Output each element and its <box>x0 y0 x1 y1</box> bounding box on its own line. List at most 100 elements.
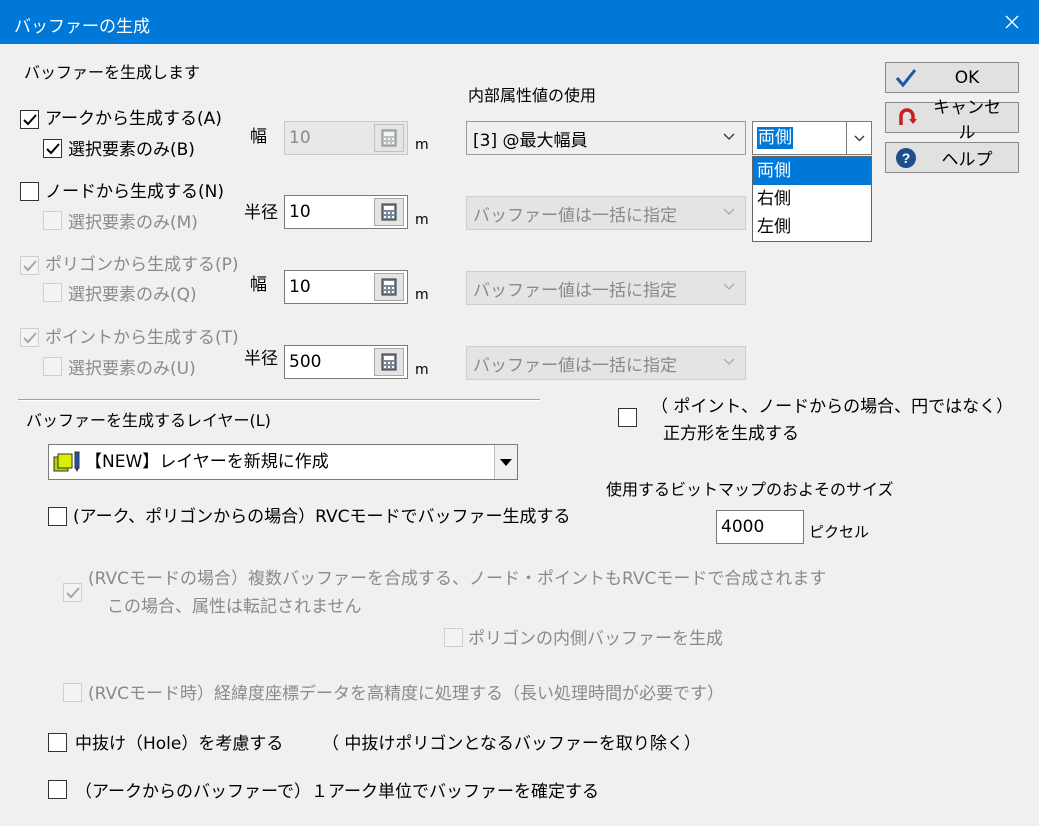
rvc-precision-label: (RVCモード時）経緯度座標データを高精度に処理する（長い処理時間が必要です） <box>88 684 725 704</box>
side-dropdown-value: 両側 <box>757 127 793 149</box>
calculator-icon[interactable] <box>374 124 404 152</box>
window-title: バッファーの生成 <box>14 17 150 37</box>
layer-combo-value: 【NEW】レイヤーを新規に作成 <box>85 452 329 472</box>
polygon-width-field[interactable]: 10 <box>284 270 408 304</box>
point-label: ポイントから生成する(T) <box>45 328 239 348</box>
polygon-width-value: 10 <box>289 277 311 297</box>
svg-text:?: ? <box>902 150 911 166</box>
point-attr-combo-value: バッファー値は一括に指定 <box>473 355 677 376</box>
rvc-mode-checkbox[interactable] <box>48 507 67 526</box>
dropdown-option[interactable]: 両側 <box>753 157 871 185</box>
calculator-icon[interactable] <box>374 348 404 376</box>
polygon-checkbox[interactable] <box>20 256 39 275</box>
point-selected-only-checkbox[interactable] <box>43 357 62 376</box>
bitmap-size-field[interactable]: 4000 <box>716 510 804 544</box>
arc-selected-only-checkbox[interactable] <box>43 139 62 158</box>
chevron-down-icon <box>723 133 735 140</box>
hole-checkbox[interactable] <box>48 733 67 752</box>
arc-width-value: 10 <box>289 128 311 148</box>
check-icon <box>22 331 37 343</box>
layer-icon <box>53 451 80 472</box>
point-radius-value: 500 <box>289 352 322 372</box>
polygon-unit: m <box>415 287 429 303</box>
arc-attr-combo[interactable]: [3] @最大幅員 <box>466 121 746 155</box>
node-radius-field[interactable]: 10 <box>284 195 408 229</box>
ok-label: OK <box>954 67 980 88</box>
arc-label: アークから生成する(A) <box>45 109 222 129</box>
check-icon <box>65 586 80 598</box>
calculator-icon[interactable] <box>374 198 404 226</box>
side-dropdown[interactable]: 両側 <box>752 121 872 155</box>
polygon-selected-only-checkbox[interactable] <box>43 283 62 302</box>
rvc-merge-line1: (RVCモードの場合）複数バッファーを合成する、ノード・ポイントもRVCモードで… <box>88 569 827 589</box>
square-label-line2: 正方形を生成する <box>663 424 799 444</box>
node-radius-value: 10 <box>289 202 311 222</box>
chevron-down-icon <box>723 208 735 215</box>
close-button[interactable] <box>985 0 1039 44</box>
node-selected-only-label: 選択要素のみ(M) <box>68 213 198 233</box>
node-attr-combo-value: バッファー値は一括に指定 <box>473 205 677 226</box>
square-label-line1: （ ポイント、ノードからの場合、円ではなく） <box>651 397 1014 417</box>
square-checkbox[interactable] <box>618 408 637 427</box>
help-label: ヘルプ <box>941 150 993 170</box>
polygon-selected-only-label: 選択要素のみ(Q) <box>68 285 197 305</box>
layer-combo[interactable]: 【NEW】レイヤーを新規に作成 <box>48 444 518 480</box>
rvc-merge-line2: この場合、属性は転記されません <box>107 597 362 617</box>
side-dropdown-list: 両側 右側 左側 <box>752 156 872 242</box>
node-unit: m <box>415 212 429 228</box>
node-attr-combo[interactable]: バッファー値は一括に指定 <box>466 196 746 230</box>
cancel-label: キャンセル <box>933 97 1001 143</box>
arc-attr-combo-value: [3] @最大幅員 <box>473 130 588 151</box>
layer-dropdown-button[interactable] <box>494 445 517 479</box>
polygon-label: ポリゴンから生成する(P) <box>45 255 239 275</box>
point-size-label: 半径 <box>244 349 278 369</box>
bitmap-unit: ピクセル <box>809 523 870 541</box>
section-heading: バッファーを生成します <box>24 63 201 82</box>
hole-note: （ 中抜けポリゴンとなるバッファーを取り除く） <box>322 734 701 754</box>
node-size-label: 半径 <box>244 203 278 223</box>
cancel-button[interactable]: キャンセル <box>885 98 1019 143</box>
arc-checkbox[interactable] <box>20 110 39 129</box>
inner-buffer-label: ポリゴンの内側バッファーを生成 <box>468 629 723 649</box>
polygon-size-label: 幅 <box>250 275 267 295</box>
bitmap-size-value: 4000 <box>721 517 765 537</box>
ok-button[interactable]: OK <box>885 62 1019 93</box>
node-label: ノードから生成する(N) <box>45 182 224 202</box>
polygon-attr-combo[interactable]: バッファー値は一括に指定 <box>466 271 746 305</box>
inner-buffer-checkbox[interactable] <box>444 628 463 647</box>
bitmap-label: 使用するビットマップのおよそのサイズ <box>606 480 894 499</box>
help-button[interactable]: ? ヘルプ <box>885 142 1019 173</box>
point-checkbox[interactable] <box>20 328 39 347</box>
check-icon <box>22 113 37 125</box>
separator <box>18 399 540 401</box>
undo-icon <box>899 107 917 125</box>
check-icon <box>45 142 60 154</box>
point-selected-only-label: 選択要素のみ(U) <box>68 359 196 379</box>
chevron-down-icon <box>723 283 735 290</box>
point-unit: m <box>415 362 429 378</box>
chevron-down-icon <box>723 358 735 365</box>
per-arc-label: （アークからのバッファーで）１アーク単位でバッファーを確定する <box>75 782 599 802</box>
point-attr-combo[interactable]: バッファー値は一括に指定 <box>466 346 746 380</box>
per-arc-checkbox[interactable] <box>48 780 67 799</box>
check-icon <box>895 68 917 87</box>
rvc-merge-checkbox[interactable] <box>63 583 82 602</box>
close-icon <box>1005 15 1019 29</box>
dropdown-option[interactable]: 右側 <box>753 185 871 213</box>
dropdown-option[interactable]: 左側 <box>753 213 871 241</box>
help-icon: ? <box>896 147 916 168</box>
arc-width-field[interactable]: 10 <box>284 121 408 155</box>
node-checkbox[interactable] <box>20 182 39 201</box>
hole-label: 中抜け（Hole）を考慮する <box>75 734 284 754</box>
calculator-icon[interactable] <box>374 273 404 301</box>
rvc-precision-checkbox[interactable] <box>63 683 82 702</box>
rvc-mode-label: (アーク、ポリゴンからの場合）RVCモードでバッファー生成する <box>73 507 571 527</box>
internal-attr-label: 内部属性値の使用 <box>468 86 597 105</box>
polygon-attr-combo-value: バッファー値は一括に指定 <box>473 280 677 301</box>
arc-unit: m <box>415 137 429 153</box>
layer-label: バッファーを生成するレイヤー(L) <box>26 411 271 430</box>
node-selected-only-checkbox[interactable] <box>43 211 62 230</box>
point-radius-field[interactable]: 500 <box>284 345 408 379</box>
check-icon <box>22 259 37 271</box>
dropdown-arrow-button[interactable] <box>846 122 871 154</box>
